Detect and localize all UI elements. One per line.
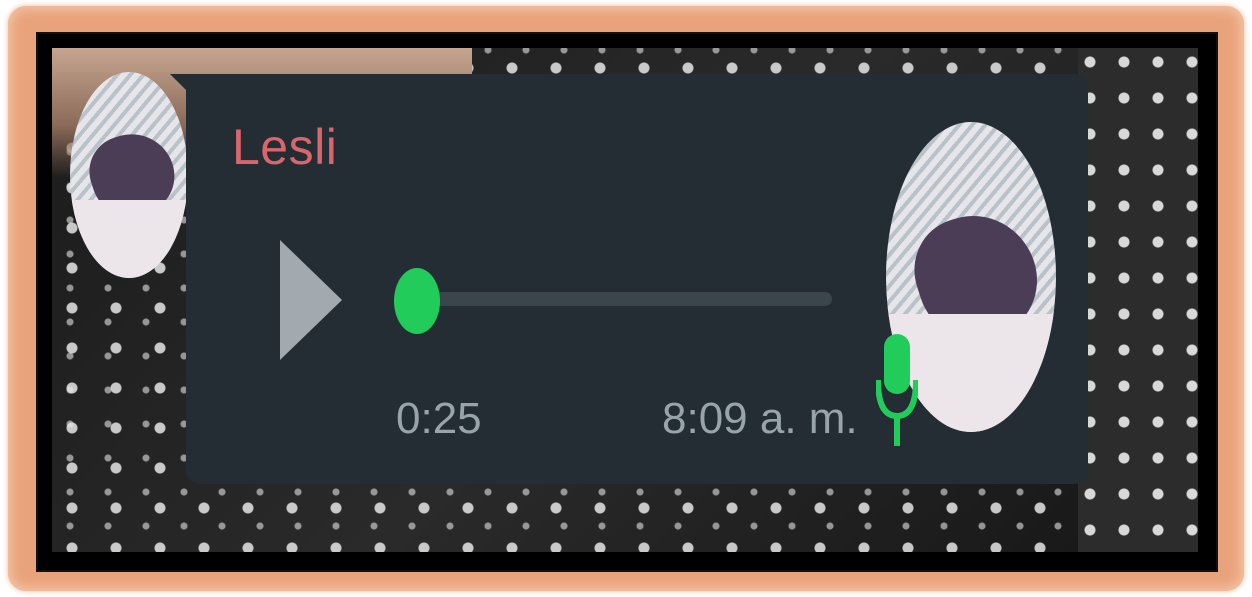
sender-name[interactable]: Lesli xyxy=(232,118,337,176)
play-icon xyxy=(280,240,342,360)
audio-progress-thumb[interactable] xyxy=(394,268,440,334)
play-button[interactable] xyxy=(278,238,344,362)
sender-avatar[interactable] xyxy=(70,72,188,278)
message-timestamp: 8:09 a. m. xyxy=(662,394,858,443)
microphone-icon xyxy=(876,334,918,446)
audio-progress-track[interactable] xyxy=(418,292,832,306)
background-photo-fabric xyxy=(1078,48,1198,552)
audio-duration: 0:25 xyxy=(396,394,482,443)
